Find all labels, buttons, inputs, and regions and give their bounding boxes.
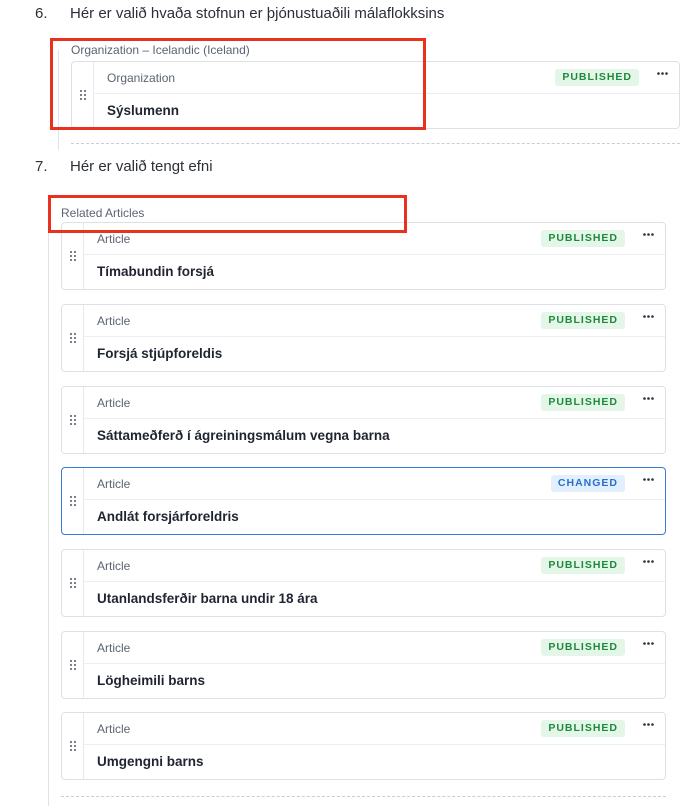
- card-name: Andlát forsjárforeldris: [97, 509, 239, 524]
- more-options-icon: [643, 397, 654, 400]
- drag-handle[interactable]: [62, 713, 84, 779]
- highlight-box-organization: [50, 38, 426, 130]
- drag-handle-icon: [69, 414, 76, 426]
- article-card[interactable]: Article PUBLISHED Sáttameðferð í ágreining…: [61, 386, 666, 454]
- section-rail: [48, 220, 49, 806]
- more-options-icon: [657, 72, 668, 75]
- more-options-icon: [643, 560, 654, 563]
- more-options-button[interactable]: [643, 397, 654, 400]
- drag-handle-icon: [69, 495, 76, 507]
- card-name: Tímabundin forsjá: [97, 264, 215, 279]
- card-type: Article: [97, 396, 131, 410]
- card-header: Article PUBLISHED: [83, 550, 665, 582]
- article-card[interactable]: Article PUBLISHED Lögheimili barns: [61, 631, 666, 699]
- card-type: Article: [97, 477, 131, 491]
- drag-handle[interactable]: [62, 468, 84, 534]
- more-options-button[interactable]: [643, 478, 654, 481]
- step-text: Hér er valið tengt efni: [70, 158, 213, 175]
- more-options-icon: [643, 642, 654, 645]
- more-options-button[interactable]: [643, 642, 654, 645]
- drag-handle[interactable]: [62, 632, 84, 698]
- card-type: Article: [97, 232, 131, 246]
- more-options-button[interactable]: [643, 560, 654, 563]
- more-options-icon: [643, 723, 654, 726]
- status-badge: CHANGED: [550, 475, 625, 492]
- article-card[interactable]: Article PUBLISHED Forsjá stjúpforeldis: [61, 304, 666, 372]
- drag-handle-icon: [69, 332, 76, 344]
- status-badge: PUBLISHED: [541, 557, 625, 574]
- drag-handle-icon: [69, 740, 76, 752]
- article-card[interactable]: Article CHANGED Andlát forsjárforeldris: [61, 467, 666, 535]
- more-options-button[interactable]: [643, 723, 654, 726]
- card-header: Article PUBLISHED: [83, 632, 665, 664]
- drag-handle[interactable]: [62, 550, 84, 616]
- drag-handle-icon: [69, 250, 76, 262]
- card-header: Article PUBLISHED: [83, 713, 665, 745]
- status-badge: PUBLISHED: [541, 230, 625, 247]
- card-type: Article: [97, 314, 131, 328]
- card-type: Article: [97, 641, 131, 655]
- drag-handle[interactable]: [62, 387, 84, 453]
- more-options-button[interactable]: [643, 315, 654, 318]
- card-name: Sáttameðferð í ágreiningsmálum vegna bar…: [97, 428, 390, 443]
- card-header: Article PUBLISHED: [83, 387, 665, 419]
- status-badge: PUBLISHED: [541, 720, 625, 737]
- card-name: Utanlandsferðir barna undir 18 ára: [97, 591, 318, 606]
- card-header: Article PUBLISHED: [83, 305, 665, 337]
- article-card[interactable]: Article PUBLISHED Utanlandsferðir barna un…: [61, 549, 666, 617]
- more-options-button[interactable]: [657, 72, 668, 75]
- step-number: 6.: [35, 5, 48, 22]
- drag-handle-icon: [69, 659, 76, 671]
- status-badge: PUBLISHED: [555, 69, 639, 86]
- status-badge: PUBLISHED: [541, 394, 625, 411]
- card-header: Article CHANGED: [83, 468, 665, 500]
- highlight-box-related-articles: [48, 195, 407, 233]
- drop-zone[interactable]: [71, 143, 680, 144]
- more-options-icon: [643, 315, 654, 318]
- more-options-icon: [643, 478, 654, 481]
- card-type: Article: [97, 559, 131, 573]
- card-name: Umgengni barns: [97, 754, 204, 769]
- drag-handle[interactable]: [62, 305, 84, 371]
- drop-zone[interactable]: [61, 796, 666, 797]
- status-badge: PUBLISHED: [541, 312, 625, 329]
- step-text: Hér er valið hvaða stofnun er þjónustuað…: [70, 5, 445, 22]
- drag-handle-icon: [69, 577, 76, 589]
- more-options-button[interactable]: [643, 233, 654, 236]
- more-options-icon: [643, 233, 654, 236]
- status-badge: PUBLISHED: [541, 639, 625, 656]
- card-name: Lögheimili barns: [97, 673, 206, 688]
- card-name: Forsjá stjúpforeldis: [97, 346, 223, 361]
- step-number: 7.: [35, 158, 48, 175]
- card-type: Article: [97, 722, 131, 736]
- article-card[interactable]: Article PUBLISHED Umgengni barns: [61, 712, 666, 780]
